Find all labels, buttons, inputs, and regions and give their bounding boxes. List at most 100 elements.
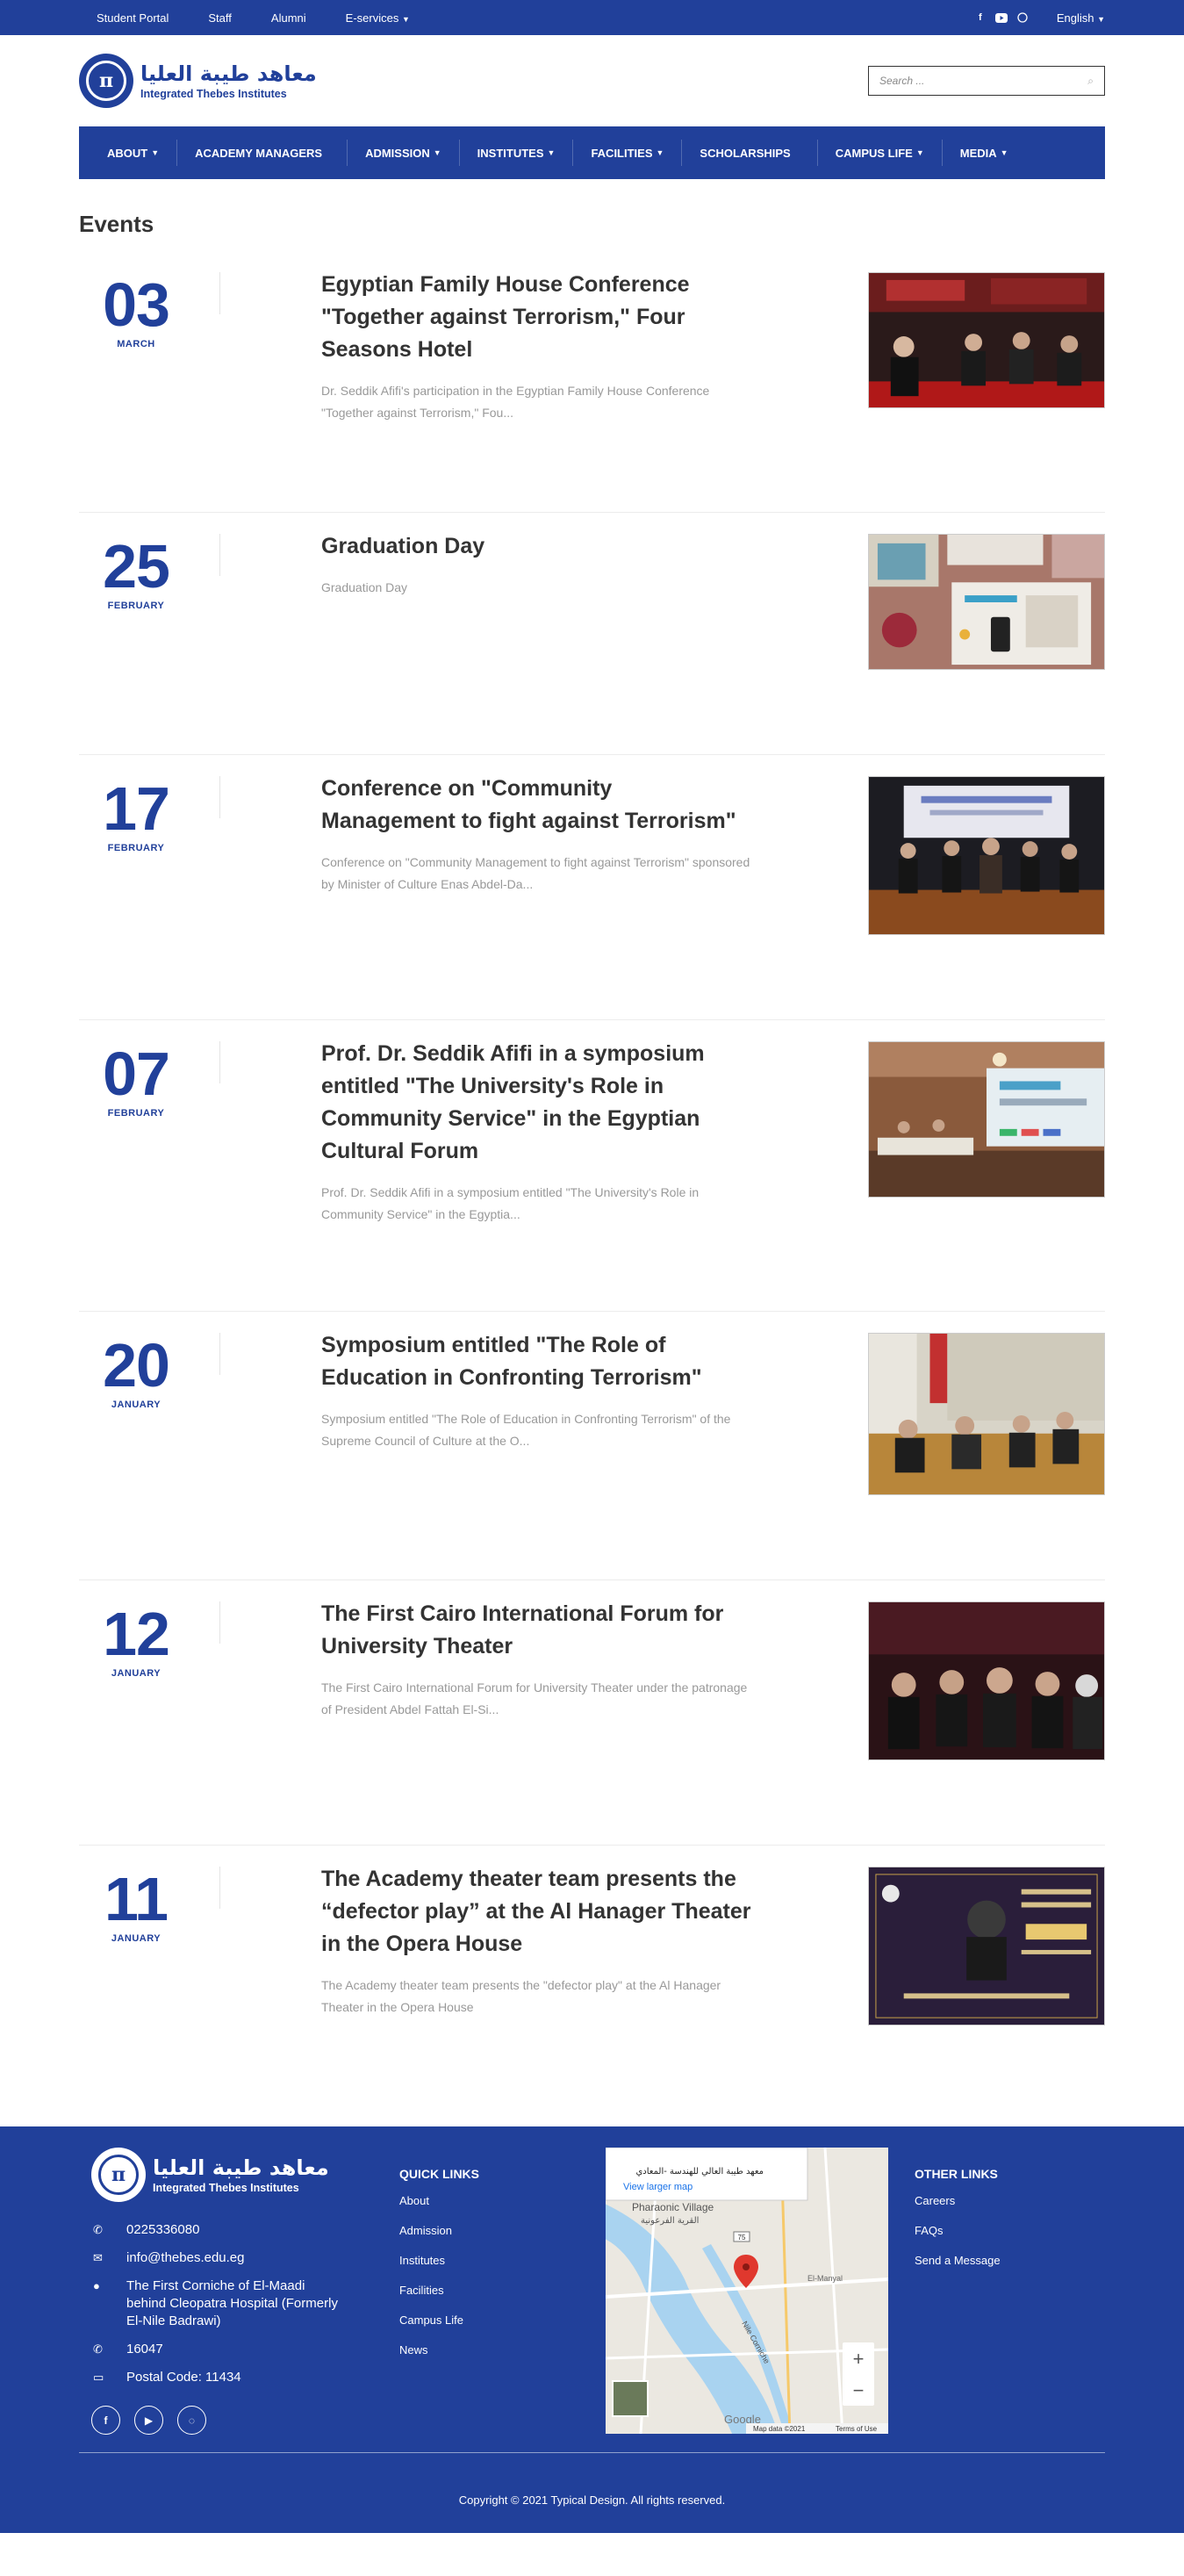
event-item: 17 FEBRUARY Conference on "Community Man… [79,755,1105,1020]
event-title[interactable]: Conference on "Community Management to f… [321,773,751,838]
postal-icon: ▭ [93,2371,104,2384]
youtube-icon[interactable]: ▶ [134,2406,163,2435]
map-place-name: معهد طيبة العالي للهندسة -المعادي [635,2167,764,2177]
event-title[interactable]: Prof. Dr. Seddik Afifi in a symposium en… [321,1038,751,1168]
map-label-village-ar: القرية الفرعونية [641,2216,699,2226]
main-nav: ABOUT ▼ ACADEMY MANAGERS ADMISSION ▼ INSTI… [79,126,1105,179]
footer-link-about[interactable]: About [399,2194,606,2207]
divider [219,1333,220,1375]
youtube-icon[interactable] [994,11,1008,24]
logo-monogram: π [86,61,126,101]
chevron-down-icon: ▼ [151,148,160,157]
event-date: 17 FEBRUARY [70,776,202,853]
zoom-out-button[interactable]: − [853,2379,865,2401]
event-image[interactable] [868,272,1105,408]
language-selector[interactable]: English ▼ [1057,11,1105,25]
nav-item-media[interactable]: MEDIA ▼ [943,140,1026,166]
address-text: The First Corniche of El-Maadi behind Cl… [126,2278,338,2328]
chevron-down-icon: ▼ [433,148,441,157]
footer-link-institutes[interactable]: Institutes [399,2254,606,2267]
page-title: Events [79,211,154,237]
facebook-icon[interactable]: f [91,2406,120,2435]
zoom-in-button[interactable]: + [853,2348,865,2370]
footer-link-send-message[interactable]: Send a Message [915,2254,1001,2267]
event-image[interactable] [868,1867,1105,2026]
event-description: Graduation Day [321,580,408,594]
nav-item-about[interactable]: ABOUT ▼ [90,140,178,166]
event-date: 07 FEBRUARY [70,1041,202,1119]
event-date: 11 JANUARY [70,1867,202,1944]
events-page: Events 03 MARCH Egyptian Family House Co… [0,179,1184,2126]
footer-link-admission[interactable]: Admission [399,2224,606,2237]
nav-item-scholarships[interactable]: SCHOLARSHIPS [682,140,818,166]
search-input[interactable]: Search ... ⌕ [868,66,1105,96]
email-icon: ✉ [93,2251,103,2264]
view-larger-map-link[interactable]: View larger map [623,2182,692,2192]
top-link-student-portal[interactable]: Student Portal [97,11,169,25]
footer-link-news[interactable]: News [399,2343,606,2357]
phone-number[interactable]: 0225336080 [126,2221,199,2239]
event-image[interactable] [868,776,1105,935]
event-month: FEBRUARY [107,843,165,853]
chevron-down-icon: ▼ [656,148,664,157]
event-description: Symposium entitled "The Role of Educatio… [321,1412,731,1448]
event-image[interactable] [868,1333,1105,1495]
event-item: 11 JANUARY The Academy theater team pres… [79,1846,1105,2126]
event-date: 25 FEBRUARY [70,534,202,611]
event-title[interactable]: Graduation Day [321,530,751,563]
event-date: 20 JANUARY [70,1333,202,1410]
whatsapp-icon[interactable] [1016,11,1029,24]
nav-item-admission[interactable]: ADMISSION ▼ [348,140,460,166]
footer-address: ● The First Corniche of El-Maadi behind C… [91,2277,399,2330]
facebook-icon[interactable]: f [974,11,987,24]
nav-label: ACADEMY MANAGERS [195,146,323,160]
event-image[interactable] [868,1041,1105,1198]
site-logo[interactable]: π معاهد طيبة العليا Integrated Thebes In… [79,54,317,108]
nav-item-academy-managers[interactable]: ACADEMY MANAGERS [177,140,348,166]
footer-hotline: ✆ 16047 [91,2341,399,2358]
event-title[interactable]: Egyptian Family House Conference "Togeth… [321,269,751,366]
event-item: 03 MARCH Egyptian Family House Conferenc… [79,251,1105,513]
top-link-staff[interactable]: Staff [208,11,232,25]
phone-icon: ✆ [93,2223,103,2236]
footer-social: f ▶ ◌ [91,2406,399,2435]
map-road-number: 75 [738,2234,746,2241]
nav-label: SCHOLARSHIPS [700,146,791,160]
footer-link-campus-life[interactable]: Campus Life [399,2313,606,2327]
logo-english-name: Integrated Thebes Institutes [140,88,287,100]
location-pin-icon: ● [93,2279,100,2292]
chevron-down-icon: ▼ [1000,148,1008,157]
footer-link-careers[interactable]: Careers [915,2194,1001,2207]
search-icon[interactable]: ⌕ [1087,75,1094,88]
event-image[interactable] [868,534,1105,670]
nav-label: ABOUT [107,146,148,160]
search-placeholder: Search ... [879,75,925,87]
email-address[interactable]: info@thebes.edu.eg [126,2249,245,2267]
footer-link-facilities[interactable]: Facilities [399,2284,606,2297]
nav-item-institutes[interactable]: INSTITUTES ▼ [460,140,574,166]
event-title[interactable]: The Academy theater team presents the “d… [321,1863,751,1961]
nav-label: ADMISSION [365,146,430,160]
event-description: The First Cairo International Forum for … [321,1680,748,1716]
nav-item-facilities[interactable]: FACILITIES ▼ [573,140,683,166]
top-links: Student Portal Staff Alumni E-services ▼ [97,11,410,25]
event-title[interactable]: Symposium entitled "The Role of Educatio… [321,1329,751,1394]
top-link-e-services[interactable]: E-services ▼ [346,11,410,25]
divider [219,1867,220,1909]
nav-label: MEDIA [959,146,997,160]
footer-logo[interactable]: π معاهد طيبة العليا Integrated Thebes In… [91,2148,399,2202]
event-image[interactable] [868,1601,1105,1760]
map-terms-link[interactable]: Terms of Use [836,2425,878,2433]
footer-link-faqs[interactable]: FAQs [915,2224,1001,2237]
whatsapp-icon[interactable]: ◌ [177,2406,206,2435]
site-header: π معاهد طيبة العليا Integrated Thebes In… [0,35,1184,126]
e-services-label: E-services [345,11,399,25]
hotline-number[interactable]: 16047 [126,2341,163,2358]
nav-item-campus-life[interactable]: CAMPUS LIFE ▼ [818,140,943,166]
location-map[interactable]: معهد طيبة العالي للهندسة -المعادي View l… [606,2148,888,2434]
logo-emblem: π [79,54,133,108]
map-attribution: Map data ©2021 [753,2425,806,2433]
top-link-alumni[interactable]: Alumni [271,11,306,25]
logo-emblem: π [91,2148,146,2202]
event-title[interactable]: The First Cairo International Forum for … [321,1598,751,1663]
